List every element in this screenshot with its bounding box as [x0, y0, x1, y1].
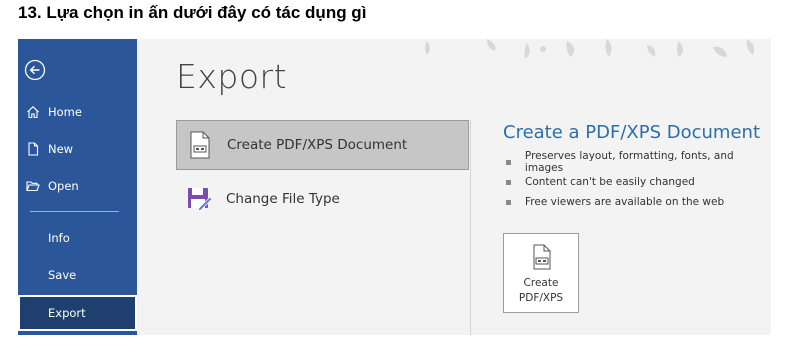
home-icon	[27, 106, 39, 119]
nav-item-label: Info	[48, 231, 70, 245]
bullet-marker	[506, 159, 511, 165]
backstage-nav: Home New Open Info Save Export	[18, 39, 137, 335]
nav-item-home[interactable]: Home	[18, 96, 137, 128]
page-title: Export	[176, 57, 288, 96]
detail-bullets: Preserves layout, formatting, fonts, and…	[506, 150, 771, 212]
create-pdf-xps-label: Create PDF/XPS	[518, 277, 564, 304]
pdf-document-icon	[533, 244, 551, 270]
bullet-item: Content can't be easily changed	[506, 172, 771, 192]
question-heading: 13. Lựa chọn in ấn dưới đây có tác dụng …	[18, 3, 367, 22]
backstage-window: Home New Open Info Save Export Export Cr…	[18, 39, 771, 335]
bullet-marker	[506, 199, 511, 205]
nav-item-save[interactable]: Save	[18, 259, 137, 291]
option-label: Change File Type	[226, 191, 340, 207]
nav-divider	[30, 211, 119, 212]
bullet-text: Free viewers are available on the web	[525, 196, 725, 208]
bullet-text: Content can't be easily changed	[525, 176, 695, 188]
detail-title: Create a PDF/XPS Document	[503, 122, 761, 143]
nav-item-label: Save	[48, 268, 77, 282]
save-as-icon	[188, 188, 212, 212]
bullet-item: Preserves layout, formatting, fonts, and…	[506, 150, 771, 174]
option-label: Create PDF/XPS Document	[227, 137, 408, 153]
export-pane: Export Create PDF/XPS Document Change Fi…	[137, 39, 771, 335]
nav-item-label: Export	[48, 306, 86, 320]
back-arrow-icon[interactable]	[24, 59, 46, 81]
create-pdf-xps-button[interactable]: Create PDF/XPS	[503, 233, 579, 313]
decorative-pattern	[425, 39, 755, 59]
nav-item-new[interactable]: New	[18, 133, 137, 165]
open-folder-icon	[26, 181, 40, 192]
nav-item-open[interactable]: Open	[18, 170, 137, 202]
nav-item-label: Open	[48, 179, 79, 193]
nav-item-export[interactable]: Export	[18, 295, 137, 331]
option-change-file-type[interactable]: Change File Type	[176, 174, 469, 224]
bullet-text: Preserves layout, formatting, fonts, and…	[524, 150, 734, 174]
bullet-item: Free viewers are available on the web	[506, 192, 771, 212]
bullet-marker	[506, 179, 511, 185]
nav-item-label: New	[48, 142, 74, 156]
pdf-document-icon	[190, 131, 210, 159]
option-create-pdf-xps[interactable]: Create PDF/XPS Document	[176, 120, 469, 170]
pane-divider	[470, 120, 471, 335]
nav-item-info[interactable]: Info	[18, 222, 137, 254]
new-document-icon	[28, 142, 39, 156]
nav-item-label: Home	[48, 105, 82, 119]
